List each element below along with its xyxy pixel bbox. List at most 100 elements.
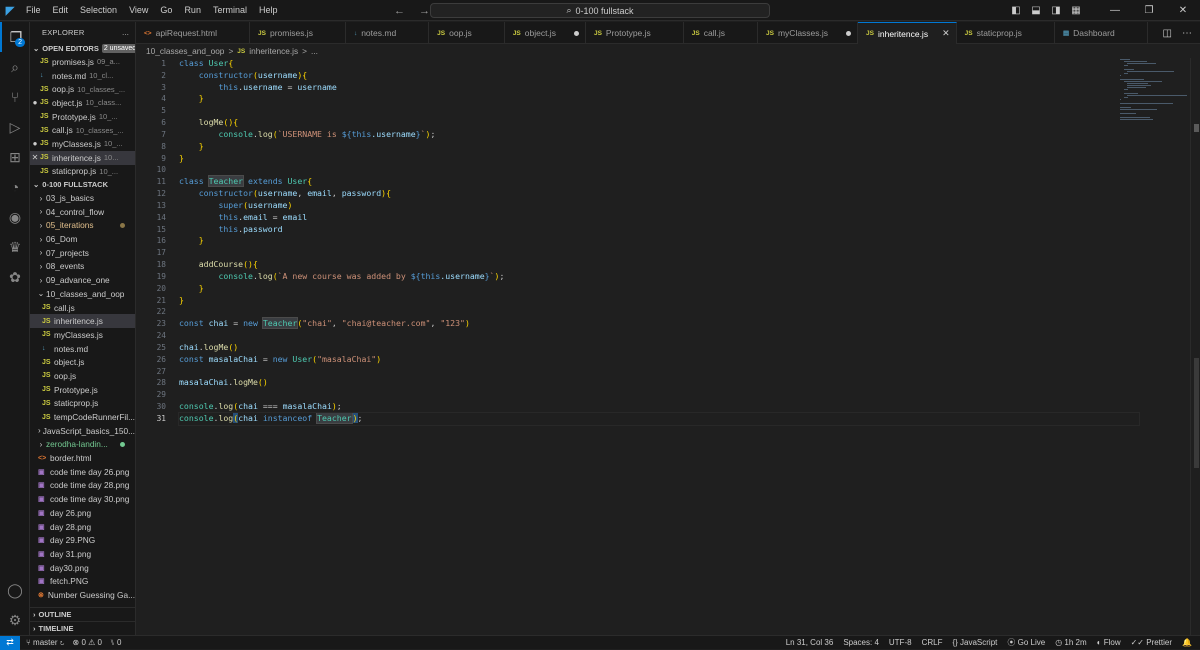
code-editor[interactable]: 1 2 3 4 5 6 7 8 9 10 11 12 13 14 15 16 17 18 19 20 21 22 23 24 2… xyxy=(136,58,1200,635)
file-item[interactable]: ⊗ Number Guessing Ga... xyxy=(30,588,135,602)
code-line[interactable]: masalaChai.logMe() xyxy=(179,377,1139,389)
toggle-panel-icon[interactable]: ⬓ xyxy=(1026,5,1046,16)
breadcrumb-file[interactable]: inheritence.js xyxy=(249,46,298,56)
file-item[interactable]: JS myClasses.js xyxy=(30,328,135,342)
file-item[interactable]: JS call.js xyxy=(30,301,135,315)
run-debug-icon[interactable]: ▷ xyxy=(0,112,30,142)
code-line[interactable] xyxy=(179,105,1139,117)
timeline-header[interactable]: › TIMELINE xyxy=(30,621,135,635)
cursor-position[interactable]: Ln 31, Col 36 xyxy=(786,638,834,647)
breadcrumb-symbol[interactable]: ... xyxy=(311,46,318,56)
menu-file[interactable]: File xyxy=(20,0,47,21)
folder-item[interactable]: › JavaScript_basics_150... xyxy=(30,424,135,438)
source-control-icon[interactable]: ⑂ xyxy=(0,82,30,112)
explorer-icon[interactable]: ❐ 2 xyxy=(0,22,30,52)
close-icon[interactable]: ✕ xyxy=(30,153,40,162)
file-item[interactable]: ▣ day 28.png xyxy=(30,520,135,534)
trophy-icon[interactable]: ♛ xyxy=(0,232,30,262)
restore-icon[interactable]: ❐ xyxy=(1132,5,1166,16)
code-line[interactable]: class Teacher extends User{ xyxy=(179,175,1139,188)
ports-status[interactable]: ⑊ 0 xyxy=(110,638,121,647)
forward-arrow-icon[interactable]: → xyxy=(419,5,430,17)
scrollbar-thumb[interactable] xyxy=(1194,358,1199,468)
file-item[interactable]: JS inheritence.js xyxy=(30,314,135,329)
file-item[interactable]: JS object.js xyxy=(30,355,135,369)
code-line[interactable] xyxy=(179,366,1139,378)
problems-status[interactable]: ⊗ 0 ⚠ 0 xyxy=(73,638,102,647)
tab-dashboard[interactable]: ▤ Dashboard xyxy=(1055,22,1148,44)
tab-call-js[interactable]: JS call.js xyxy=(684,22,759,44)
code-line[interactable]: console.log(chai === masalaChai); xyxy=(179,401,1139,413)
code-line[interactable]: const masalaChai = new User("masalaChai"… xyxy=(179,354,1139,366)
go-live-button[interactable]: ⦿ Go Live xyxy=(1007,637,1045,648)
open-editor-item[interactable]: ✕ JS inheritence.js 10... xyxy=(30,150,135,165)
end-of-line[interactable]: CRLF xyxy=(922,638,943,647)
minimize-icon[interactable]: — xyxy=(1098,5,1132,16)
settings-gear-icon[interactable]: ⚙ xyxy=(0,605,30,635)
open-editor-item[interactable]: JS call.js 10_classes_... xyxy=(30,123,135,137)
tab-oop-js[interactable]: JS oop.js xyxy=(429,22,505,44)
folder-item[interactable]: › zerodha-landin... xyxy=(30,438,135,452)
code-line[interactable] xyxy=(179,306,1139,318)
file-item[interactable]: ▣ day30.png xyxy=(30,561,135,575)
code-content[interactable]: class User{ constructor(username){ this.… xyxy=(178,58,1140,426)
file-item[interactable]: ▣ day 31.png xyxy=(30,547,135,561)
tab-myclasses-js[interactable]: JS myClasses.js xyxy=(758,22,859,44)
file-item[interactable]: ▣ code time day 28.png xyxy=(30,479,135,493)
toggle-primary-sidebar-icon[interactable]: ◧ xyxy=(1006,5,1026,16)
code-line[interactable]: const chai = new Teacher("chai", "chai@t… xyxy=(179,317,1139,330)
open-editor-item[interactable]: ● JS object.js 10_class... xyxy=(30,96,135,110)
file-item[interactable]: JS oop.js xyxy=(30,369,135,383)
code-line[interactable]: this.username = username xyxy=(179,82,1139,94)
code-line[interactable]: super(username) xyxy=(179,200,1139,212)
encoding[interactable]: UTF-8 xyxy=(889,638,912,647)
tab-promises-js[interactable]: JS promises.js xyxy=(250,22,346,44)
code-line[interactable]: console.log(`A new course was added by $… xyxy=(179,271,1139,283)
tab-notes-md[interactable]: ↓ notes.md xyxy=(346,22,430,44)
split-editor-icon[interactable]: ◫ xyxy=(1163,28,1172,39)
dirty-dot-icon[interactable] xyxy=(846,30,852,36)
code-line[interactable]: logMe(){ xyxy=(179,117,1139,129)
prettier-status[interactable]: ✓✓ Prettier xyxy=(1131,638,1172,647)
tab-inheritence-js[interactable]: JS inheritence.js ✕ xyxy=(858,22,957,44)
file-item[interactable]: <> border.html xyxy=(30,451,135,465)
code-line[interactable]: constructor(username){ xyxy=(179,70,1139,82)
file-item[interactable]: ▣ fetch.PNG xyxy=(30,574,135,588)
open-editor-item[interactable]: ↓ notes.md 10_cl... xyxy=(30,69,135,83)
open-editor-item[interactable]: JS oop.js 10_classes_... xyxy=(30,82,135,96)
open-editors-header[interactable]: ⌄ OPEN EDITORS 2 unsaved xyxy=(30,42,135,55)
menu-run[interactable]: Run xyxy=(178,0,207,21)
flow-status[interactable]: ◐ Flow xyxy=(1097,638,1121,647)
menu-view[interactable]: View xyxy=(123,0,154,21)
file-item[interactable]: JS Prototype.js xyxy=(30,383,135,397)
more-actions-icon[interactable]: ⋯ xyxy=(1182,28,1192,39)
menu-go[interactable]: Go xyxy=(154,0,178,21)
code-line[interactable]: this.password xyxy=(179,224,1139,236)
branch-status[interactable]: ⑂ master ↻ xyxy=(26,638,65,647)
minimap[interactable] xyxy=(1120,58,1190,120)
dirty-dot-icon[interactable] xyxy=(573,30,579,36)
paw-icon[interactable]: ✿ xyxy=(0,262,30,292)
file-item[interactable]: ▣ day 26.png xyxy=(30,506,135,520)
dirty-dot-icon[interactable]: ● xyxy=(30,139,40,148)
tab-apirequest-html[interactable]: <> apiRequest.html xyxy=(136,22,251,44)
dirty-dot-icon[interactable]: ● xyxy=(30,98,40,107)
back-arrow-icon[interactable]: ← xyxy=(394,5,405,17)
code-line[interactable]: } xyxy=(179,235,1139,247)
open-editor-item[interactable]: JS Prototype.js 10_... xyxy=(30,110,135,124)
breadcrumb-folder[interactable]: 10_classes_and_oop xyxy=(146,46,224,56)
file-item[interactable]: ▣ code time day 26.png xyxy=(30,465,135,479)
editor-scrollbar[interactable] xyxy=(1190,58,1200,635)
folder-item[interactable]: › 08_events xyxy=(30,260,135,274)
code-line[interactable]: addCourse(){ xyxy=(179,259,1139,271)
git-graph-icon[interactable]: ◔ xyxy=(0,172,30,202)
tab-staticprop-js[interactable]: JS staticprop.js xyxy=(957,22,1055,44)
code-line[interactable]: } xyxy=(179,295,1139,307)
indentation[interactable]: Spaces: 4 xyxy=(843,638,879,647)
remote-explorer-icon[interactable]: ◉ xyxy=(0,202,30,232)
code-line[interactable]: console.log(chai instanceof Teacher); xyxy=(178,411,1140,426)
code-line[interactable]: console.log(`USERNAME is ${this.username… xyxy=(179,129,1139,141)
outline-header[interactable]: › OUTLINE xyxy=(30,607,135,621)
folder-item[interactable]: › 09_advance_one xyxy=(30,273,135,287)
folder-item[interactable]: › 03_js_basics xyxy=(30,191,135,205)
